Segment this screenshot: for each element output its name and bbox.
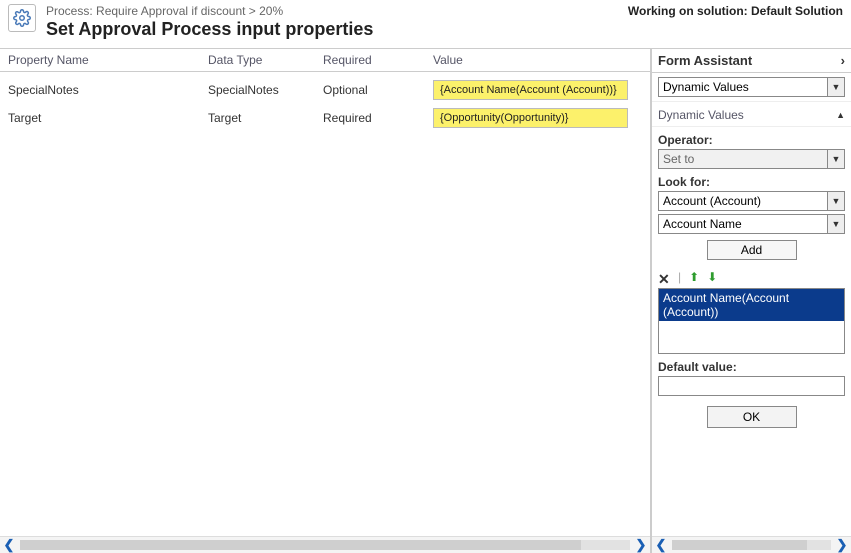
gear-icon: [8, 4, 36, 32]
scroll-thumb[interactable]: [20, 540, 581, 550]
page-header: Process: Require Approval if discount > …: [0, 0, 851, 49]
working-on-label: Working on solution:: [628, 4, 748, 18]
dynamic-values-section-header[interactable]: Dynamic Values ▲: [652, 101, 851, 127]
properties-pane: Property Name Data Type Required Value S…: [0, 49, 651, 553]
form-assistant-header: Form Assistant ›: [652, 49, 851, 73]
col-header-property-name: Property Name: [8, 53, 208, 67]
scroll-right-icon[interactable]: ❯: [632, 537, 650, 553]
page-title: Set Approval Process input properties: [46, 19, 628, 40]
scroll-left-icon[interactable]: ❮: [0, 537, 18, 553]
property-type: SpecialNotes: [208, 83, 323, 97]
move-down-icon[interactable]: ⬇: [707, 270, 717, 284]
default-value-label: Default value:: [658, 360, 845, 374]
ok-button[interactable]: OK: [707, 406, 797, 428]
operator-dropdown[interactable]: [658, 149, 845, 169]
scroll-thumb[interactable]: [672, 540, 807, 550]
property-name: Target: [8, 111, 208, 125]
process-line: Process: Require Approval if discount > …: [46, 4, 628, 18]
form-assistant-title: Form Assistant: [658, 53, 752, 68]
lookfor-entity-dropdown[interactable]: [658, 191, 845, 211]
add-button[interactable]: Add: [707, 240, 797, 260]
move-up-icon[interactable]: ⬆: [689, 270, 699, 284]
col-header-required: Required: [323, 53, 433, 67]
dynamic-values-label: Dynamic Values: [658, 108, 744, 122]
scroll-track[interactable]: [20, 540, 630, 550]
chevron-right-icon[interactable]: ›: [841, 53, 845, 68]
delete-icon[interactable]: ✕: [658, 271, 670, 283]
lookfor-label: Look for:: [658, 175, 845, 189]
property-row[interactable]: Target Target Required {Opportunity(Oppo…: [8, 104, 642, 132]
scroll-track[interactable]: [672, 540, 831, 550]
dynamic-values-dropdown[interactable]: [658, 77, 845, 97]
working-on-solution: Working on solution: Default Solution: [628, 4, 843, 18]
property-row[interactable]: SpecialNotes SpecialNotes Optional {Acco…: [8, 76, 642, 104]
horizontal-scrollbar[interactable]: ❮ ❯: [652, 536, 851, 553]
property-type: Target: [208, 111, 323, 125]
properties-header: Property Name Data Type Required Value: [0, 49, 650, 72]
col-header-data-type: Data Type: [208, 53, 323, 67]
scroll-right-icon[interactable]: ❯: [833, 537, 851, 553]
selected-fields-list[interactable]: Account Name(Account (Account)): [658, 288, 845, 354]
process-name: Require Approval if discount > 20%: [96, 4, 283, 18]
property-value-input[interactable]: {Account Name(Account (Account))}: [433, 80, 628, 100]
default-value-input[interactable]: [658, 376, 845, 396]
solution-name: Default Solution: [751, 4, 843, 18]
property-required: Required: [323, 111, 433, 125]
col-header-value: Value: [433, 53, 642, 67]
form-assistant-pane: Form Assistant › ▼ Dynamic Values ▲ Oper…: [651, 49, 851, 553]
process-label: Process:: [46, 4, 93, 18]
property-name: SpecialNotes: [8, 83, 208, 97]
property-required: Optional: [323, 83, 433, 97]
property-value-input[interactable]: {Opportunity(Opportunity)}: [433, 108, 628, 128]
lookfor-field-dropdown[interactable]: [658, 214, 845, 234]
separator: |: [678, 270, 681, 284]
chevron-up-icon: ▲: [836, 110, 845, 120]
list-item[interactable]: Account Name(Account (Account)): [659, 289, 844, 321]
horizontal-scrollbar[interactable]: ❮ ❯: [0, 536, 650, 553]
operator-label: Operator:: [658, 133, 845, 147]
scroll-left-icon[interactable]: ❮: [652, 537, 670, 553]
